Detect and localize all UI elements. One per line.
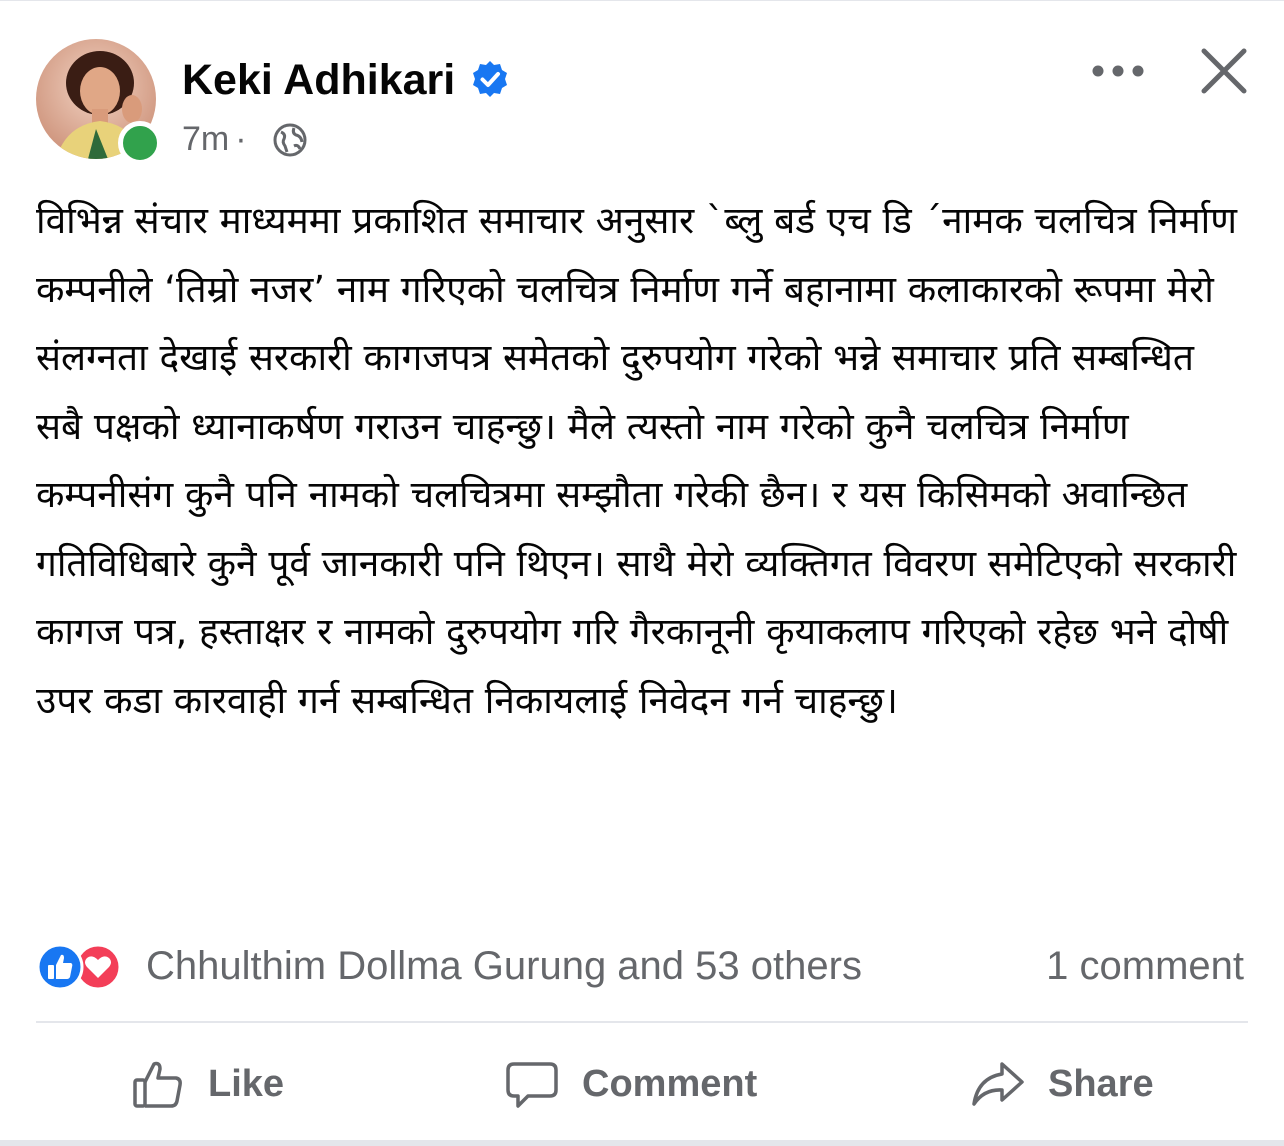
comment-bubble-icon <box>506 1062 558 1108</box>
like-reaction-icon <box>36 943 84 991</box>
share-arrow-icon <box>972 1062 1024 1106</box>
like-label: Like <box>208 1062 285 1105</box>
meta-separator: · <box>235 120 247 158</box>
online-status-indicator <box>118 121 162 165</box>
post-timestamp[interactable]: 7m <box>182 120 229 158</box>
like-button[interactable]: Like <box>130 1051 284 1117</box>
share-label: Share <box>1048 1062 1154 1105</box>
post-text: विभिन्न संचार माध्यममा प्रकाशित समाचार अ… <box>36 199 1237 722</box>
verified-badge-icon <box>473 61 507 97</box>
comment-button[interactable]: Comment <box>504 1051 757 1117</box>
post-meta: 7m · <box>182 117 253 161</box>
share-button[interactable]: Share <box>970 1051 1154 1117</box>
bottom-separator <box>0 1140 1284 1146</box>
more-options-icon[interactable] <box>1088 51 1148 91</box>
author-name[interactable]: Keki Adhikari <box>182 53 455 107</box>
reactions-summary[interactable]: Chhulthim Dollma Gurung and 53 others <box>146 941 862 991</box>
reactions-row[interactable]: Chhulthim Dollma Gurung and 53 others 1 … <box>36 941 1250 991</box>
divider <box>36 1021 1248 1023</box>
comment-count[interactable]: 1 comment <box>1046 941 1244 991</box>
close-icon[interactable] <box>1196 43 1252 99</box>
comment-label: Comment <box>582 1062 758 1105</box>
thumbs-up-icon <box>133 1061 182 1108</box>
post-card: Keki Adhikari 7m · विभिन्न संचार माध्यममा… <box>0 0 1284 1146</box>
globe-icon[interactable] <box>272 122 308 158</box>
